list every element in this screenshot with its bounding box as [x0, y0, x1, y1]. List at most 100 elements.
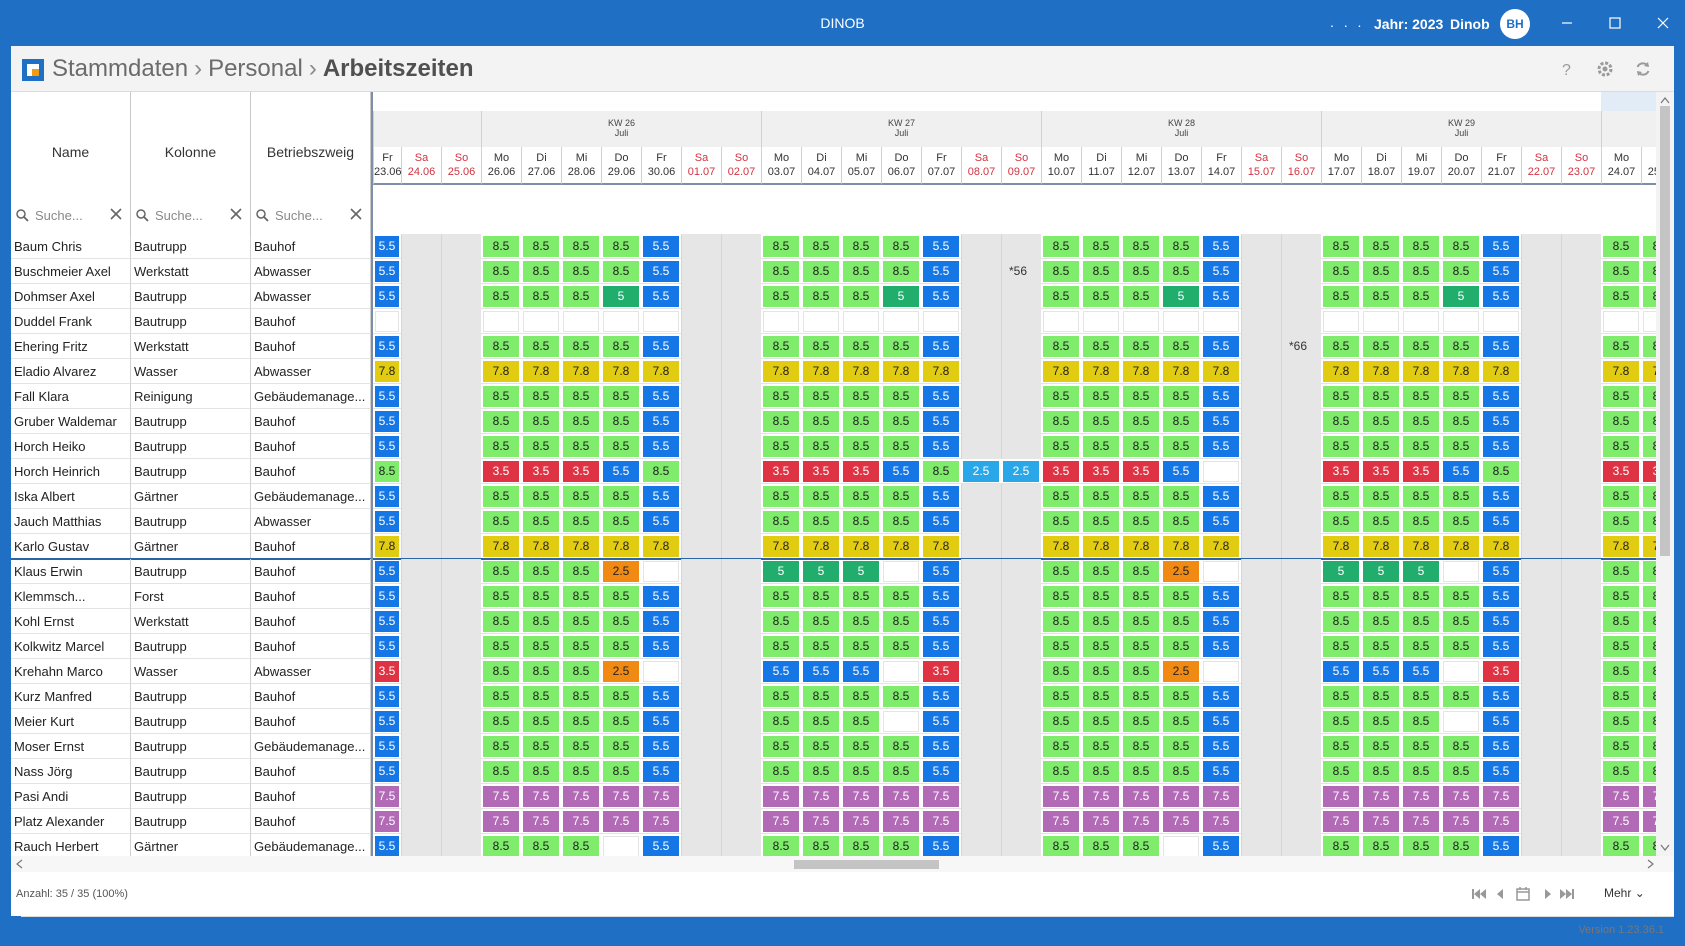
hours-cell[interactable]: 2.5	[603, 561, 639, 582]
hours-cell[interactable]: 5.5	[1483, 236, 1519, 257]
hours-cell[interactable]: 5.5	[1363, 661, 1399, 682]
weekend-cell[interactable]	[681, 534, 721, 559]
weekend-cell[interactable]	[961, 309, 1001, 334]
weekend-cell[interactable]	[1001, 484, 1041, 509]
hours-cell[interactable]: 8.5	[1443, 336, 1479, 357]
hours-cell[interactable]: 8.5	[1603, 761, 1639, 782]
day-header[interactable]: Di 27.06	[521, 147, 561, 185]
weekend-cell[interactable]	[961, 759, 1001, 784]
help-icon[interactable]: ?	[1556, 59, 1576, 79]
weekend-cell[interactable]	[1521, 734, 1561, 759]
weekend-cell[interactable]	[721, 559, 761, 584]
hours-cell[interactable]: 5.5	[1203, 236, 1239, 257]
hours-cell[interactable]: 7.5	[1123, 811, 1159, 832]
weekend-cell[interactable]	[1281, 834, 1321, 856]
weekend-cell[interactable]	[1521, 234, 1561, 259]
hours-cell[interactable]: 7.5	[1323, 811, 1359, 832]
weekend-cell[interactable]	[721, 534, 761, 559]
weekend-cell[interactable]	[1241, 559, 1281, 584]
weekend-cell[interactable]	[1561, 284, 1601, 309]
hours-cell[interactable]: 7.5	[1043, 786, 1079, 807]
hours-cell[interactable]: 8.5	[1083, 436, 1119, 457]
day-header[interactable]: Sa 15.07	[1241, 147, 1281, 185]
hours-cell[interactable]: 8.5	[1043, 661, 1079, 682]
hours-cell[interactable]: 8.5	[1603, 336, 1639, 357]
hours-cell[interactable]	[1043, 311, 1079, 332]
hours-cell[interactable]: 8.5	[483, 836, 519, 856]
hours-cell[interactable]: 8.5	[523, 636, 559, 657]
hours-cell[interactable]: 8.5	[883, 736, 919, 757]
weekend-cell[interactable]	[1561, 659, 1601, 684]
hours-cell[interactable]: 8.5	[1043, 436, 1079, 457]
day-header[interactable]: So 16.07	[1281, 147, 1321, 185]
hours-cell[interactable]: 8.5	[1123, 261, 1159, 282]
weekend-cell[interactable]	[681, 234, 721, 259]
hours-cell[interactable]: 2.5	[1003, 461, 1039, 482]
weekend-cell[interactable]	[1241, 684, 1281, 709]
weekend-cell[interactable]	[721, 659, 761, 684]
hours-cell[interactable]: 8.5	[563, 411, 599, 432]
hours-cell[interactable]: 8.5	[843, 736, 879, 757]
weekend-cell[interactable]	[961, 559, 1001, 584]
hours-cell[interactable]: 8.5	[1643, 836, 1656, 856]
hours-cell[interactable]: 8.5	[563, 661, 599, 682]
hours-cell[interactable]: 8.5	[1083, 711, 1119, 732]
hours-cell[interactable]: 8.5	[603, 486, 639, 507]
hours-cell[interactable]: 7.5	[483, 786, 519, 807]
hours-cell[interactable]: 3.5	[1083, 461, 1119, 482]
weekend-cell[interactable]	[961, 659, 1001, 684]
hours-cell[interactable]: 8.5	[1403, 486, 1439, 507]
hours-cell[interactable]: 5.5	[1203, 711, 1239, 732]
hours-cell[interactable]: 8.5	[523, 586, 559, 607]
weekend-cell[interactable]	[681, 359, 721, 384]
weekend-cell[interactable]	[1281, 659, 1321, 684]
hours-cell[interactable]: 8.5	[563, 836, 599, 856]
hours-cell[interactable]	[1203, 661, 1239, 682]
hours-cell[interactable]: 5.5	[803, 661, 839, 682]
weekend-cell[interactable]	[681, 609, 721, 634]
hours-cell[interactable]: 8.5	[1123, 236, 1159, 257]
hours-cell[interactable]: 5	[1163, 286, 1199, 307]
hours-cell[interactable]: 8.5	[1123, 761, 1159, 782]
hours-cell[interactable]: 5.5	[1203, 436, 1239, 457]
hours-cell[interactable]: 8.5	[483, 486, 519, 507]
hours-cell[interactable]: 7.5	[1603, 811, 1639, 832]
weekend-cell[interactable]	[401, 784, 441, 809]
hours-cell[interactable]: 3.5	[803, 461, 839, 482]
hours-cell[interactable]: 3.5	[843, 461, 879, 482]
weekend-cell[interactable]	[681, 334, 721, 359]
hours-cell[interactable]: 8.5	[1403, 611, 1439, 632]
weekend-cell[interactable]	[961, 409, 1001, 434]
weekend-cell[interactable]	[1001, 409, 1041, 434]
hours-cell[interactable]: 7.5	[1403, 811, 1439, 832]
hours-cell[interactable]: 7.8	[1043, 361, 1079, 382]
hours-cell[interactable]	[643, 661, 679, 682]
hours-cell[interactable]: 5.5	[923, 711, 959, 732]
hours-cell[interactable]: 5.5	[643, 611, 679, 632]
hours-cell[interactable]: 5	[603, 286, 639, 307]
hours-cell[interactable]: 8.5	[1363, 486, 1399, 507]
hours-cell[interactable]: 8.5	[483, 511, 519, 532]
hours-cell[interactable]: 8.5	[483, 586, 519, 607]
hours-cell[interactable]: 8.5	[483, 561, 519, 582]
weekend-cell[interactable]	[721, 609, 761, 634]
day-header[interactable]: Mi 12.07	[1121, 147, 1161, 185]
hours-cell[interactable]: 7.5	[1643, 811, 1656, 832]
hours-cell[interactable]: 8.5	[523, 486, 559, 507]
weekend-cell[interactable]	[441, 559, 481, 584]
hours-cell[interactable]: 8.5	[1363, 436, 1399, 457]
weekend-cell[interactable]	[1001, 509, 1041, 534]
hours-cell[interactable]: 5.5	[643, 586, 679, 607]
hours-cell[interactable]: 8.5	[1603, 661, 1639, 682]
hours-cell[interactable]	[883, 661, 919, 682]
hours-cell[interactable]: 8.5	[1443, 736, 1479, 757]
hours-cell[interactable]: 8.5	[1363, 736, 1399, 757]
weekend-cell[interactable]	[441, 659, 481, 684]
hours-cell[interactable]: 3.5	[1043, 461, 1079, 482]
hours-cell[interactable]: 5.5	[375, 436, 399, 457]
close-icon[interactable]	[1652, 12, 1674, 34]
hours-cell[interactable]: 8.5	[1123, 836, 1159, 856]
hours-cell[interactable]: 7.8	[1323, 361, 1359, 382]
weekend-cell[interactable]	[1281, 434, 1321, 459]
weekend-cell[interactable]	[1241, 509, 1281, 534]
